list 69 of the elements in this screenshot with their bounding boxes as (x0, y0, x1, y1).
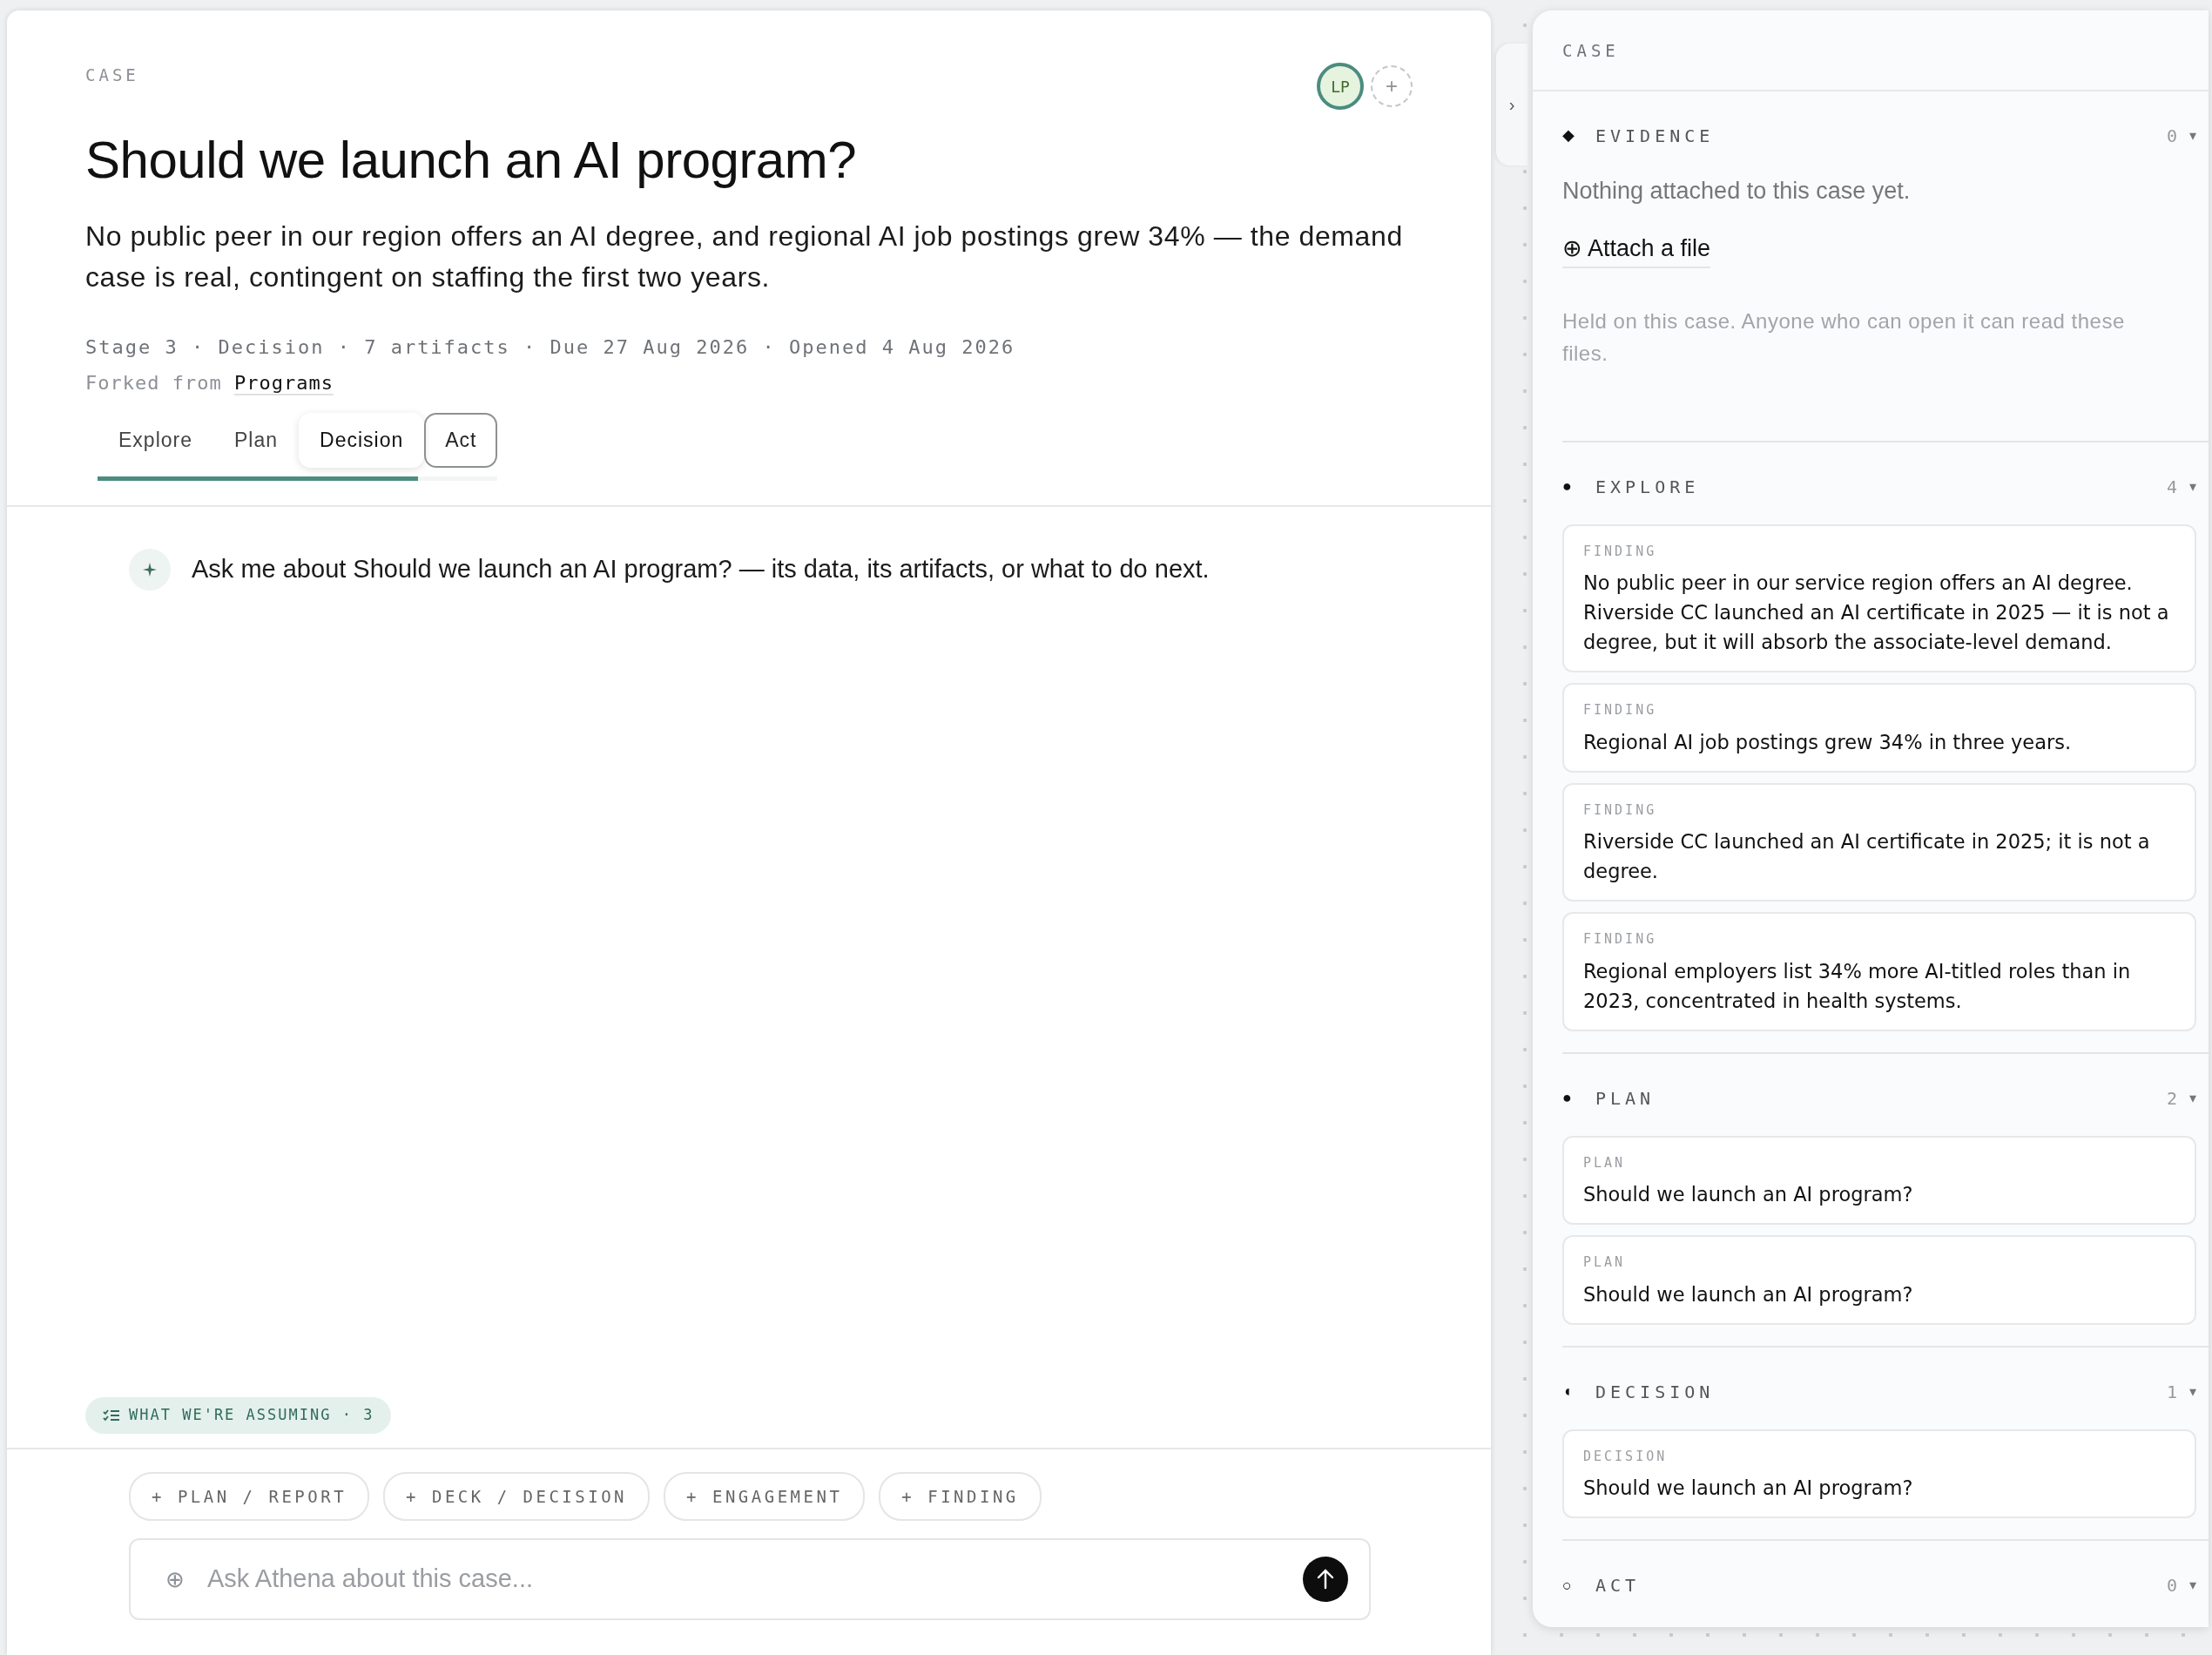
artifact-text: Riverside CC launched an AI certificate in 2025; it is not a degree. (1583, 829, 2151, 884)
caret-icon[interactable]: ▾ (2189, 1087, 2196, 1109)
case-summary: No public peer in our region offers an AI degree, and regional AI job postings grew 34% — the demand case is real, contingent on staffing the first two years. (85, 220, 1404, 294)
section-title[interactable]: EXPLORE (1595, 473, 2167, 500)
section-title[interactable]: PLAN (1595, 1084, 2167, 1111)
artifact-card[interactable]: FINDING Regional employers list 34% more AI-titled roles than in 2023, concentrated in health systems. (1562, 912, 2196, 1031)
section-marker: ○ (1562, 1575, 1573, 1596)
section-title[interactable]: ACT (1595, 1572, 2167, 1598)
attach-file-link[interactable]: ⊕ Attach a file (1562, 231, 1711, 268)
quick-action-button[interactable]: + PLAN / REPORT (129, 1471, 370, 1521)
case-meta: Stage 3 · Decision · 7 artifacts · Due 27 Aug 2026 · Opened 4 Aug 2026 (85, 335, 1016, 360)
section-count: 0 (2166, 124, 2177, 148)
section-count: 1 (2166, 1380, 2177, 1404)
arrow-up-icon (1316, 1569, 1335, 1590)
artifact-card[interactable]: FINDING No public peer in our service region offers an AI degree. Riverside CC launched an AI certificate in 2025 — it is not a degree, but it will absorb the associate-level demand. (1562, 524, 2196, 672)
quick-action-button[interactable]: + DECK / DECISION (383, 1471, 651, 1521)
forked-link[interactable]: Programs (233, 372, 334, 395)
artifact-type: FINDING (1583, 800, 1658, 820)
empty-message: Nothing attached to this case yet. (1562, 176, 1912, 206)
assistant-icon (129, 548, 171, 591)
checklist-icon (103, 1408, 120, 1422)
quick-action-button[interactable]: + FINDING (879, 1471, 1042, 1521)
artifact-text: Should we launch an AI program? (1583, 1182, 1914, 1207)
tab[interactable]: Plan (213, 413, 300, 468)
artifact-card[interactable]: PLAN Should we launch an AI program? (1562, 1135, 2196, 1225)
artifact-type: PLAN (1583, 1153, 1627, 1172)
artifact-card[interactable]: PLAN Should we launch an AI program? (1562, 1235, 2196, 1325)
artifact-text: Should we launch an AI program? (1583, 1476, 1914, 1501)
panel-title: CASE (1533, 10, 2209, 91)
section-title[interactable]: DECISION (1595, 1378, 2167, 1405)
assumptions-label: WHAT WE'RE ASSUMING · 3 (129, 1405, 374, 1425)
case-label: CASE (85, 64, 139, 86)
quick-action-button[interactable]: + ENGAGEMENT (664, 1471, 866, 1521)
artifact-card[interactable]: FINDING Regional AI job postings grew 34% in three years. (1562, 683, 2196, 773)
tab[interactable]: Act (424, 413, 498, 468)
artifact-card[interactable]: FINDING Riverside CC launched an AI certificate in 2025; it is not a degree. (1562, 782, 2196, 902)
artifact-type: FINDING (1583, 542, 1658, 561)
chat-input[interactable]: Ask Athena about this case... (206, 1559, 1282, 1599)
avatar[interactable]: LP (1317, 63, 1364, 110)
artifact-type: FINDING (1583, 930, 1658, 949)
section-count: 2 (2166, 1086, 2177, 1111)
section-marker: ◆ (1562, 125, 1575, 145)
artifact-type: FINDING (1583, 701, 1658, 719)
artifact-text: No public peer in our service region offers an AI degree. Riverside CC launched an AI certificate in 2025 — it is not a degree, but it will absorb the associate-level demand. (1583, 571, 2170, 655)
panel-toggle[interactable]: › (1496, 44, 1527, 166)
send-button[interactable] (1303, 1557, 1348, 1602)
tab[interactable]: Explore (98, 413, 213, 468)
section-marker: ● (1562, 1088, 1573, 1108)
caret-icon[interactable]: ▾ (2189, 1381, 2196, 1402)
section-count: 4 (2166, 475, 2177, 499)
artifact-text: Regional employers list 34% more AI-titled roles than in 2023, concentrated in health systems. (1583, 958, 2132, 1014)
section-count: 0 (2166, 1574, 2177, 1598)
artifact-type: PLAN (1583, 1253, 1627, 1272)
caret-icon[interactable]: ▾ (2189, 125, 2196, 146)
case-title: Should we launch an AI program? (85, 130, 858, 191)
artifact-card[interactable]: DECISION Should we launch an AI program? (1562, 1429, 2196, 1518)
artifact-text: Regional AI job postings grew 34% in three years. (1583, 729, 2073, 755)
caret-icon[interactable]: ▾ (2189, 476, 2196, 497)
help-text: Held on this case. Anyone who can open it can read these files. (1562, 307, 2126, 367)
tab[interactable]: Decision (299, 413, 425, 468)
caret-icon[interactable]: ▾ (2189, 1575, 2196, 1596)
forked-label: Forked from (85, 372, 222, 394)
assistant-message: Ask me about Should we launch an AI program? — its data, its artifacts, or what to do next. (192, 553, 1210, 584)
section-title[interactable]: EVIDENCE (1595, 122, 2167, 149)
artifact-type: DECISION (1583, 1447, 1669, 1466)
section-marker: ◖ (1562, 1381, 1573, 1402)
artifact-text: Should we launch an AI program? (1583, 1281, 1914, 1307)
section-marker: ● (1562, 476, 1573, 496)
assumptions-chip[interactable]: WHAT WE'RE ASSUMING · 3 (85, 1397, 392, 1434)
